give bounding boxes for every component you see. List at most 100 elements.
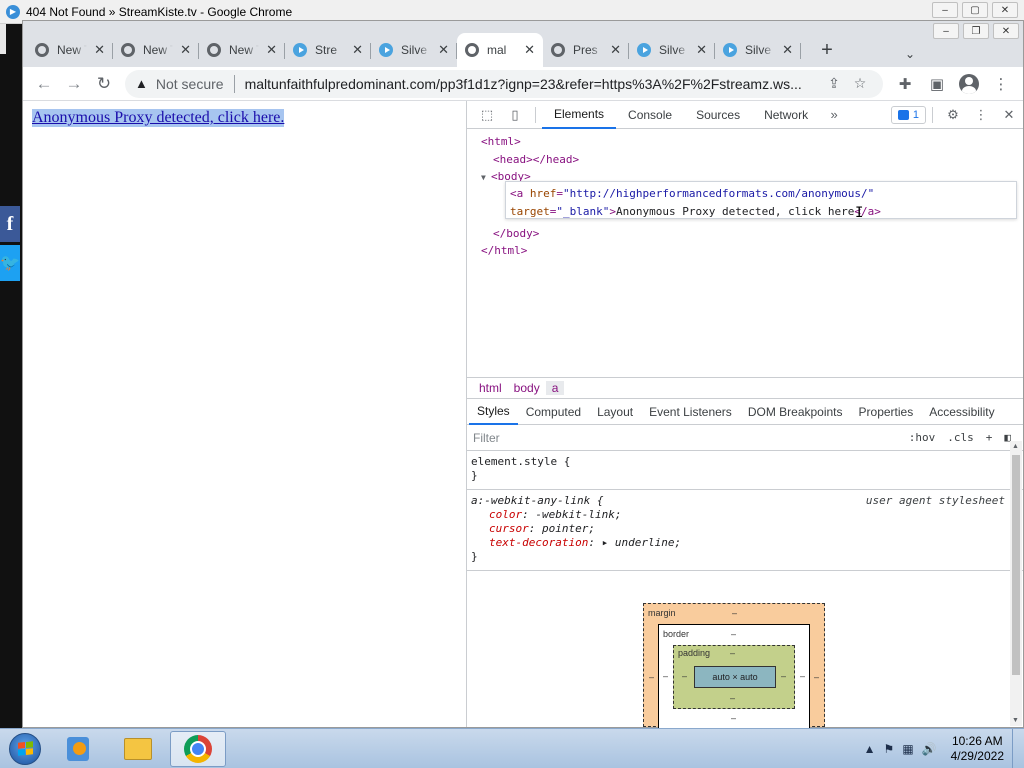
share-icon[interactable]: ⇪ — [821, 75, 847, 92]
tab-close-icon[interactable]: ✕ — [94, 42, 105, 58]
scrollbar-thumb[interactable] — [1012, 455, 1020, 675]
minimize-button[interactable]: – — [933, 23, 959, 39]
styles-filter-input[interactable]: Filter — [473, 431, 903, 445]
box-content[interactable]: auto × auto — [694, 666, 776, 688]
tab[interactable]: Pres ✕ — [543, 33, 629, 67]
ua-link-rule[interactable]: a:-webkit-any-link { user agent styleshe… — [467, 490, 1023, 571]
tab-close-icon[interactable]: ✕ — [782, 42, 793, 58]
tab[interactable]: New Tab ✕ — [113, 33, 199, 67]
dom-node-a-edit[interactable]: <a href="http://highperformancedformats.… — [505, 181, 1017, 219]
tab-search-chevron-icon[interactable]: ⌄ — [905, 47, 915, 61]
tab-layout[interactable]: Layout — [589, 399, 641, 425]
tab-sources[interactable]: Sources — [684, 101, 752, 129]
close-button[interactable]: ✕ — [993, 23, 1019, 39]
start-button[interactable] — [4, 729, 46, 768]
tab-close-icon[interactable]: ✕ — [266, 42, 277, 58]
taskbar-chrome[interactable] — [170, 730, 226, 767]
kebab-menu-icon[interactable]: ⋮ — [985, 69, 1017, 99]
tab-label: Silve — [745, 43, 772, 57]
tab-close-icon[interactable]: ✕ — [438, 42, 449, 58]
tab-computed[interactable]: Computed — [518, 399, 589, 425]
tab[interactable]: Silve ✕ — [629, 33, 715, 67]
cls-toggle[interactable]: .cls — [941, 431, 980, 444]
tab[interactable]: Silve ✕ — [371, 33, 457, 67]
rule-close-brace: } — [471, 469, 478, 482]
profile-avatar[interactable] — [953, 69, 985, 99]
extensions-puzzle-icon[interactable]: ✚ — [889, 69, 921, 99]
twitter-icon[interactable]: 🐦 — [0, 245, 20, 281]
back-arrow-icon[interactable]: ← — [29, 69, 59, 99]
scroll-up-arrow-icon[interactable]: ▲ — [1012, 443, 1019, 450]
tab-close-icon[interactable]: ✕ — [180, 42, 191, 58]
inspect-element-icon[interactable]: ⬚ — [473, 101, 501, 129]
dom-node-body-close[interactable]: </body> — [481, 225, 1023, 243]
toolbar-divider — [535, 106, 536, 123]
tab-accessibility[interactable]: Accessibility — [921, 399, 1002, 425]
settings-gear-icon[interactable]: ⚙ — [939, 101, 967, 129]
hov-toggle[interactable]: :hov — [903, 431, 942, 444]
minimize-button[interactable]: – — [932, 2, 958, 18]
facebook-icon[interactable]: f — [0, 206, 20, 242]
show-desktop-button[interactable] — [1012, 728, 1024, 768]
reload-icon[interactable]: ↻ — [89, 69, 119, 99]
styles-scrollbar[interactable]: ▲ ▼ — [1010, 441, 1022, 726]
maximize-button[interactable]: ▢ — [962, 2, 988, 18]
devtools-menu-icon[interactable]: ⋮ — [967, 101, 995, 129]
more-tabs-chevron-icon[interactable]: » — [820, 101, 848, 129]
clock[interactable]: 10:26 AM 4/29/2022 — [951, 734, 1004, 764]
url-text[interactable]: maltunfaithfulpredominant.com/pp3f1d1z?i… — [245, 76, 821, 92]
tab-styles[interactable]: Styles — [469, 399, 518, 425]
tab-properties[interactable]: Properties — [851, 399, 922, 425]
expand-triangle-icon[interactable]: ▼ — [481, 169, 491, 187]
scroll-down-arrow-icon[interactable]: ▼ — [1012, 717, 1019, 724]
anonymous-proxy-link[interactable]: Anonymous Proxy detected, click here. — [32, 109, 285, 127]
bookmark-star-icon[interactable]: ☆ — [847, 75, 873, 92]
forward-arrow-icon[interactable]: → — [59, 69, 89, 99]
side-panel-icon[interactable]: ▣ — [921, 69, 953, 99]
close-button[interactable]: ✕ — [992, 2, 1018, 18]
tab-event-listeners[interactable]: Event Listeners — [641, 399, 740, 425]
tab-close-icon[interactable]: ✕ — [352, 42, 363, 58]
breadcrumb-html[interactable]: html — [473, 381, 508, 395]
declaration-cursor[interactable]: cursor: pointer; — [471, 522, 1019, 536]
tab-close-icon[interactable]: ✕ — [696, 42, 707, 58]
tab[interactable]: New Tab ✕ — [199, 33, 285, 67]
warning-icon[interactable]: ▲ — [135, 76, 148, 91]
taskbar-explorer[interactable] — [110, 731, 166, 767]
tab[interactable]: New Tab ✕ — [27, 33, 113, 67]
declaration-text-decoration[interactable]: text-decoration: ▸ underline; — [471, 536, 1019, 550]
new-tab-button[interactable]: + — [813, 36, 841, 64]
box-border-label: border — [663, 629, 690, 639]
issues-badge[interactable]: 1 — [890, 105, 926, 124]
action-center-flag-icon[interactable]: ⚑ — [884, 742, 895, 756]
tab-active[interactable]: mal ✕ — [457, 33, 543, 67]
taskbar-media-player[interactable] — [50, 731, 106, 767]
breadcrumb-a[interactable]: a — [545, 381, 565, 395]
show-hidden-icons-icon[interactable]: ▲ — [864, 742, 876, 756]
tab-close-icon[interactable]: ✕ — [610, 42, 621, 58]
tab-close-icon[interactable]: ✕ — [524, 42, 535, 58]
device-toolbar-icon[interactable]: ▯ — [501, 101, 529, 129]
tab[interactable]: Silve ✕ — [715, 33, 801, 67]
declaration-color[interactable]: color: -webkit-link; — [471, 508, 1019, 522]
tab-network[interactable]: Network — [752, 101, 820, 129]
chrome-window-controls: – ❐ ✕ — [933, 23, 1019, 39]
tab-elements[interactable]: Elements — [542, 101, 617, 129]
dom-node-head[interactable]: <head></head> — [481, 151, 1023, 169]
address-bar[interactable]: ▲ Not secure maltunfaithfulpredominant.c… — [125, 69, 883, 98]
close-devtools-icon[interactable]: ✕ — [995, 101, 1023, 129]
tab-dom-breakpoints[interactable]: DOM Breakpoints — [740, 399, 851, 425]
element-style-rule[interactable]: element.style { } — [467, 451, 1023, 490]
restore-button[interactable]: ❐ — [963, 23, 989, 39]
new-rule-plus-icon[interactable]: + — [980, 431, 999, 444]
dom-node-html[interactable]: <html> — [481, 133, 1023, 151]
element-style-selector: element.style { — [471, 455, 571, 468]
network-icon[interactable]: ▦ — [902, 742, 913, 756]
tab[interactable]: Stre ✕ — [285, 33, 371, 67]
security-label[interactable]: Not secure — [156, 76, 224, 92]
rule-source[interactable]: user agent stylesheet — [866, 494, 1005, 508]
volume-icon[interactable]: 🔊 — [922, 742, 937, 756]
breadcrumb-body[interactable]: body — [508, 381, 546, 395]
dom-node-html-close[interactable]: </html> — [481, 242, 1023, 260]
tab-console[interactable]: Console — [616, 101, 684, 129]
